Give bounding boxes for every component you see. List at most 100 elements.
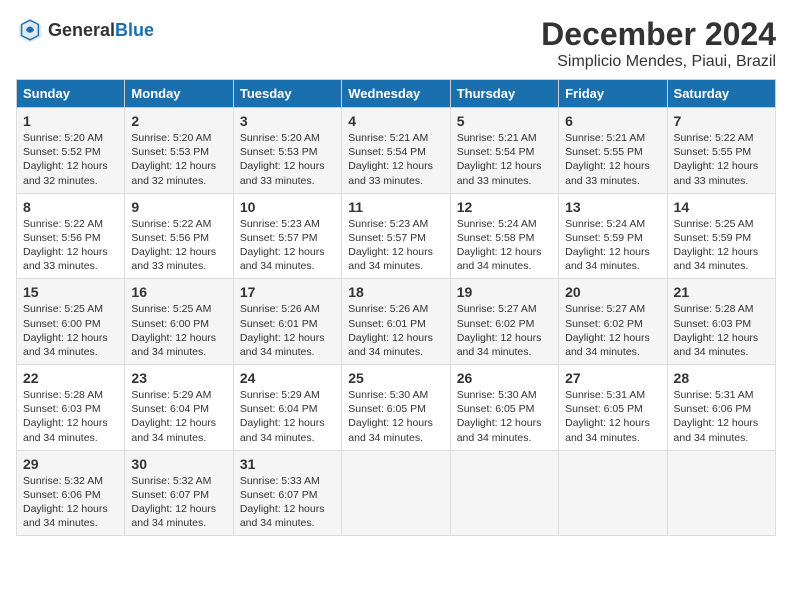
- day-cell: 31 Sunrise: 5:33 AM Sunset: 6:07 PM Dayl…: [233, 450, 341, 536]
- day-number: 1: [23, 113, 118, 129]
- day-info: Sunrise: 5:31 AM Sunset: 6:06 PM Dayligh…: [674, 388, 769, 445]
- day-cell: 24 Sunrise: 5:29 AM Sunset: 6:04 PM Dayl…: [233, 365, 341, 451]
- day-info: Sunrise: 5:25 AM Sunset: 6:00 PM Dayligh…: [131, 302, 226, 359]
- day-cell: 19 Sunrise: 5:27 AM Sunset: 6:02 PM Dayl…: [450, 279, 558, 365]
- day-cell: 12 Sunrise: 5:24 AM Sunset: 5:58 PM Dayl…: [450, 193, 558, 279]
- col-header-friday: Friday: [559, 80, 667, 108]
- day-info: Sunrise: 5:32 AM Sunset: 6:06 PM Dayligh…: [23, 474, 118, 531]
- logo: GeneralBlue: [16, 16, 154, 44]
- day-cell: [667, 450, 775, 536]
- day-cell: 7 Sunrise: 5:22 AM Sunset: 5:55 PM Dayli…: [667, 108, 775, 194]
- day-number: 16: [131, 284, 226, 300]
- day-number: 31: [240, 456, 335, 472]
- day-cell: 15 Sunrise: 5:25 AM Sunset: 6:00 PM Dayl…: [17, 279, 125, 365]
- day-number: 4: [348, 113, 443, 129]
- title-area: December 2024 Simplicio Mendes, Piaui, B…: [541, 16, 776, 71]
- day-cell: 14 Sunrise: 5:25 AM Sunset: 5:59 PM Dayl…: [667, 193, 775, 279]
- day-cell: 13 Sunrise: 5:24 AM Sunset: 5:59 PM Dayl…: [559, 193, 667, 279]
- day-info: Sunrise: 5:20 AM Sunset: 5:53 PM Dayligh…: [131, 131, 226, 188]
- logo-text: GeneralBlue: [48, 20, 154, 41]
- day-cell: 27 Sunrise: 5:31 AM Sunset: 6:05 PM Dayl…: [559, 365, 667, 451]
- day-number: 10: [240, 199, 335, 215]
- day-cell: 9 Sunrise: 5:22 AM Sunset: 5:56 PM Dayli…: [125, 193, 233, 279]
- week-row-2: 8 Sunrise: 5:22 AM Sunset: 5:56 PM Dayli…: [17, 193, 776, 279]
- day-cell: 29 Sunrise: 5:32 AM Sunset: 6:06 PM Dayl…: [17, 450, 125, 536]
- day-cell: 11 Sunrise: 5:23 AM Sunset: 5:57 PM Dayl…: [342, 193, 450, 279]
- day-cell: [559, 450, 667, 536]
- day-info: Sunrise: 5:20 AM Sunset: 5:53 PM Dayligh…: [240, 131, 335, 188]
- day-info: Sunrise: 5:22 AM Sunset: 5:56 PM Dayligh…: [23, 217, 118, 274]
- week-row-5: 29 Sunrise: 5:32 AM Sunset: 6:06 PM Dayl…: [17, 450, 776, 536]
- week-row-3: 15 Sunrise: 5:25 AM Sunset: 6:00 PM Dayl…: [17, 279, 776, 365]
- day-cell: 20 Sunrise: 5:27 AM Sunset: 6:02 PM Dayl…: [559, 279, 667, 365]
- day-info: Sunrise: 5:31 AM Sunset: 6:05 PM Dayligh…: [565, 388, 660, 445]
- day-cell: 5 Sunrise: 5:21 AM Sunset: 5:54 PM Dayli…: [450, 108, 558, 194]
- main-title: December 2024: [541, 16, 776, 53]
- day-info: Sunrise: 5:21 AM Sunset: 5:55 PM Dayligh…: [565, 131, 660, 188]
- day-cell: 2 Sunrise: 5:20 AM Sunset: 5:53 PM Dayli…: [125, 108, 233, 194]
- day-number: 23: [131, 370, 226, 386]
- day-info: Sunrise: 5:23 AM Sunset: 5:57 PM Dayligh…: [348, 217, 443, 274]
- subtitle: Simplicio Mendes, Piaui, Brazil: [541, 53, 776, 71]
- day-info: Sunrise: 5:26 AM Sunset: 6:01 PM Dayligh…: [348, 302, 443, 359]
- day-info: Sunrise: 5:22 AM Sunset: 5:56 PM Dayligh…: [131, 217, 226, 274]
- day-number: 22: [23, 370, 118, 386]
- day-cell: [342, 450, 450, 536]
- day-number: 15: [23, 284, 118, 300]
- day-cell: 16 Sunrise: 5:25 AM Sunset: 6:00 PM Dayl…: [125, 279, 233, 365]
- day-number: 18: [348, 284, 443, 300]
- day-number: 14: [674, 199, 769, 215]
- logo-icon: [16, 16, 44, 44]
- day-info: Sunrise: 5:24 AM Sunset: 5:58 PM Dayligh…: [457, 217, 552, 274]
- day-info: Sunrise: 5:28 AM Sunset: 6:03 PM Dayligh…: [23, 388, 118, 445]
- day-info: Sunrise: 5:28 AM Sunset: 6:03 PM Dayligh…: [674, 302, 769, 359]
- day-cell: 23 Sunrise: 5:29 AM Sunset: 6:04 PM Dayl…: [125, 365, 233, 451]
- day-info: Sunrise: 5:20 AM Sunset: 5:52 PM Dayligh…: [23, 131, 118, 188]
- col-header-tuesday: Tuesday: [233, 80, 341, 108]
- day-cell: 10 Sunrise: 5:23 AM Sunset: 5:57 PM Dayl…: [233, 193, 341, 279]
- day-info: Sunrise: 5:30 AM Sunset: 6:05 PM Dayligh…: [457, 388, 552, 445]
- day-number: 27: [565, 370, 660, 386]
- day-number: 26: [457, 370, 552, 386]
- day-number: 25: [348, 370, 443, 386]
- day-info: Sunrise: 5:29 AM Sunset: 6:04 PM Dayligh…: [240, 388, 335, 445]
- day-number: 17: [240, 284, 335, 300]
- week-row-4: 22 Sunrise: 5:28 AM Sunset: 6:03 PM Dayl…: [17, 365, 776, 451]
- col-header-sunday: Sunday: [17, 80, 125, 108]
- day-number: 13: [565, 199, 660, 215]
- day-number: 9: [131, 199, 226, 215]
- day-cell: 1 Sunrise: 5:20 AM Sunset: 5:52 PM Dayli…: [17, 108, 125, 194]
- col-header-saturday: Saturday: [667, 80, 775, 108]
- header: GeneralBlue December 2024 Simplicio Mend…: [16, 16, 776, 71]
- day-cell: 3 Sunrise: 5:20 AM Sunset: 5:53 PM Dayli…: [233, 108, 341, 194]
- day-info: Sunrise: 5:26 AM Sunset: 6:01 PM Dayligh…: [240, 302, 335, 359]
- day-cell: 28 Sunrise: 5:31 AM Sunset: 6:06 PM Dayl…: [667, 365, 775, 451]
- col-header-monday: Monday: [125, 80, 233, 108]
- day-info: Sunrise: 5:27 AM Sunset: 6:02 PM Dayligh…: [457, 302, 552, 359]
- header-row: SundayMondayTuesdayWednesdayThursdayFrid…: [17, 80, 776, 108]
- day-info: Sunrise: 5:21 AM Sunset: 5:54 PM Dayligh…: [457, 131, 552, 188]
- day-number: 21: [674, 284, 769, 300]
- day-number: 28: [674, 370, 769, 386]
- logo-blue: Blue: [115, 20, 154, 40]
- logo-general: General: [48, 20, 115, 40]
- week-row-1: 1 Sunrise: 5:20 AM Sunset: 5:52 PM Dayli…: [17, 108, 776, 194]
- day-number: 12: [457, 199, 552, 215]
- day-info: Sunrise: 5:33 AM Sunset: 6:07 PM Dayligh…: [240, 474, 335, 531]
- day-info: Sunrise: 5:29 AM Sunset: 6:04 PM Dayligh…: [131, 388, 226, 445]
- day-info: Sunrise: 5:23 AM Sunset: 5:57 PM Dayligh…: [240, 217, 335, 274]
- day-info: Sunrise: 5:25 AM Sunset: 5:59 PM Dayligh…: [674, 217, 769, 274]
- day-info: Sunrise: 5:25 AM Sunset: 6:00 PM Dayligh…: [23, 302, 118, 359]
- day-info: Sunrise: 5:22 AM Sunset: 5:55 PM Dayligh…: [674, 131, 769, 188]
- day-info: Sunrise: 5:21 AM Sunset: 5:54 PM Dayligh…: [348, 131, 443, 188]
- day-number: 7: [674, 113, 769, 129]
- day-number: 8: [23, 199, 118, 215]
- day-number: 29: [23, 456, 118, 472]
- day-cell: 30 Sunrise: 5:32 AM Sunset: 6:07 PM Dayl…: [125, 450, 233, 536]
- calendar-table: SundayMondayTuesdayWednesdayThursdayFrid…: [16, 79, 776, 536]
- day-number: 6: [565, 113, 660, 129]
- day-number: 5: [457, 113, 552, 129]
- col-header-thursday: Thursday: [450, 80, 558, 108]
- day-number: 24: [240, 370, 335, 386]
- day-cell: 26 Sunrise: 5:30 AM Sunset: 6:05 PM Dayl…: [450, 365, 558, 451]
